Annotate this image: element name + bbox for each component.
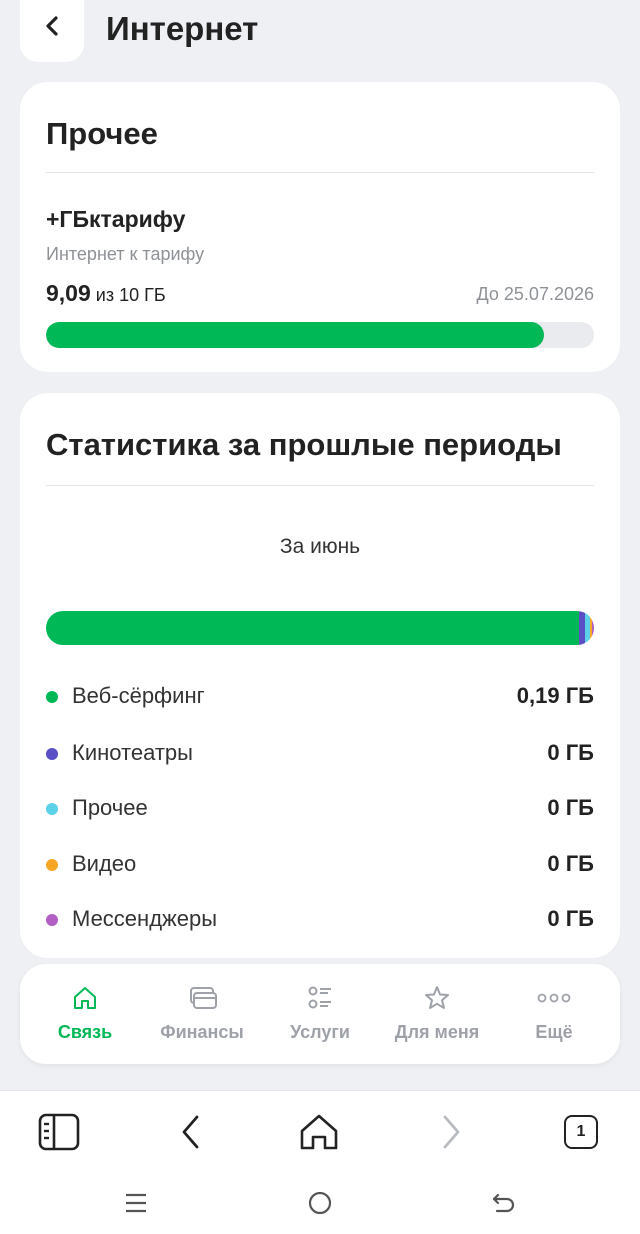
legend-item-video: Видео 0 ГБ: [46, 845, 594, 885]
recent-apps-button[interactable]: [116, 1186, 156, 1220]
home-icon: [74, 987, 96, 1009]
chevron-right-icon: [443, 1115, 460, 1149]
tab-for-me[interactable]: Для меня: [377, 964, 497, 1064]
usage-stacked-bar: [46, 611, 594, 645]
system-navigation-bar: [0, 1172, 640, 1234]
legend-dot: [46, 914, 58, 926]
legend-dot: [46, 859, 58, 871]
browser-forward-button[interactable]: [428, 1109, 474, 1155]
return-arrow-icon: [492, 1193, 515, 1213]
star-icon: [425, 986, 449, 1009]
legend-value: 0 ГБ: [547, 795, 594, 820]
legend-item-other: Прочее 0 ГБ: [46, 789, 594, 829]
other-package-card: Прочее +ГБктарифу Интернет к тарифу 9,09…: [20, 82, 620, 372]
browser-tabs-button[interactable]: 1: [558, 1109, 604, 1155]
tab-label: Для меня: [394, 1022, 480, 1042]
card-title: Статистика за прошлые периоды: [46, 427, 562, 462]
divider: [46, 172, 594, 173]
browser-toolbar: 1: [0, 1090, 640, 1172]
package-progress-fill: [46, 322, 545, 348]
legend-label: Видео: [72, 851, 137, 876]
legend-value: 0 ГБ: [547, 906, 594, 931]
system-home-button[interactable]: [300, 1186, 340, 1220]
chevron-left-icon: [46, 16, 58, 36]
package-usage: 9,09 из 10 ГБ: [46, 280, 166, 307]
tab-connection[interactable]: Связь: [25, 964, 145, 1064]
page-title: Интернет: [106, 10, 259, 47]
legend-item-cinemas: Кинотеатры 0 ГБ: [46, 734, 594, 774]
legend-label: Веб-сёрфинг: [72, 683, 205, 708]
circle-icon: [308, 1191, 332, 1215]
legend-dot: [46, 748, 58, 760]
package-subtitle: Интернет к тарифу: [46, 244, 205, 264]
divider: [46, 485, 594, 486]
usage-segment-4: [592, 611, 594, 645]
tab-finance[interactable]: Финансы: [142, 964, 262, 1064]
services-list-icon: [308, 986, 331, 1009]
legend-item-messengers: Мессенджеры 0 ГБ: [46, 900, 594, 940]
package-until-date: До 25.07.2026: [476, 284, 595, 304]
period-label: За июнь: [279, 535, 361, 558]
legend-dot: [46, 803, 58, 815]
back-button[interactable]: [20, 0, 84, 62]
legend-value: 0 ГБ: [547, 851, 594, 876]
sidebar-panel-icon: [38, 1113, 80, 1151]
more-dots-icon: [537, 993, 571, 1003]
browser-back-button[interactable]: [168, 1109, 214, 1155]
chevron-left-icon: [182, 1115, 199, 1149]
stats-card: Статистика за прошлые периоды За июнь Ве…: [20, 393, 620, 958]
legend-dot: [46, 691, 58, 703]
package-total: из 10 ГБ: [95, 285, 166, 305]
system-back-button[interactable]: [484, 1186, 524, 1220]
tab-label: Услуги: [290, 1022, 350, 1042]
tab-count-badge: 1: [564, 1115, 598, 1149]
browser-home-button[interactable]: [296, 1109, 342, 1155]
legend-label: Кинотеатры: [72, 740, 193, 765]
package-progress-bar: [46, 322, 594, 348]
legend-item-web: Веб-сёрфинг 0,19 ГБ: [46, 677, 594, 717]
tab-label: Финансы: [160, 1022, 244, 1042]
legend-value: 0 ГБ: [547, 740, 594, 765]
browser-sidebar-button[interactable]: [36, 1109, 82, 1155]
cards-icon: [190, 987, 217, 1009]
tab-label: Ещё: [535, 1022, 573, 1042]
tab-more[interactable]: Ещё: [494, 964, 614, 1064]
tab-services[interactable]: Услуги: [260, 964, 380, 1064]
legend-label: Прочее: [72, 795, 148, 820]
legend-value: 0,19 ГБ: [516, 683, 594, 708]
tab-label: Связь: [57, 1022, 113, 1042]
home-icon: [300, 1114, 338, 1150]
card-title: Прочее: [46, 116, 158, 151]
usage-segment-0: [46, 611, 579, 645]
bottom-tab-bar: Связь Финансы Услуги Для меня Ещё: [20, 964, 620, 1064]
legend-label: Мессенджеры: [72, 906, 218, 931]
package-name: +ГБктарифу: [46, 206, 186, 232]
header: Интернет: [0, 0, 640, 70]
menu-lines-icon: [126, 1193, 146, 1213]
package-used-value: 9,09: [46, 280, 91, 306]
